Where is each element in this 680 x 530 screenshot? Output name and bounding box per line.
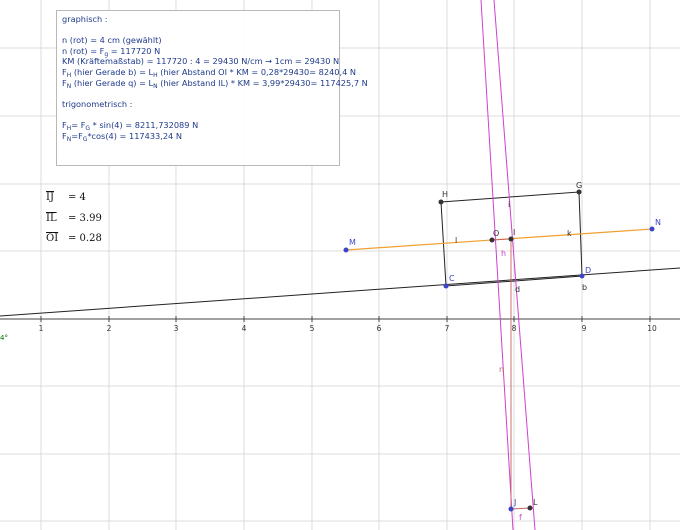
geometry-canvas[interactable]: 1 2 3 4 5 6 7 8 9 10 4° H G C D M N O I … <box>0 0 680 530</box>
point-d[interactable] <box>579 273 585 279</box>
label-line-i: i <box>508 200 510 209</box>
text-part: (hier Abstand IL) * KM = 3,99*29430= 117… <box>157 77 368 88</box>
text-line-fh: FH (hier Gerade b) = LH (hier Abstand OI… <box>62 66 356 79</box>
tick-label: 3 <box>174 324 179 333</box>
point-labels: H G C D M N O I J L <box>349 181 661 507</box>
text-line-scale: KM (Kräftemaßstab) = 117720 : 4 = 29430 … <box>62 56 340 67</box>
point-n[interactable] <box>649 226 655 232</box>
text-part: n (rot) = F <box>62 45 105 56</box>
label-line-l: l <box>455 236 457 245</box>
point-m[interactable] <box>343 247 349 253</box>
text-part: = 117720 N <box>108 45 161 56</box>
label-line-b: b <box>582 283 587 292</box>
label-line-h: h <box>501 249 506 258</box>
tick-label: 4 <box>242 324 247 333</box>
label-i: I <box>513 228 515 237</box>
text-part: * sin(4) = 8211,732089 N <box>90 119 199 130</box>
label-m: M <box>349 238 356 247</box>
measurement-label: IL <box>46 213 57 224</box>
point-o[interactable] <box>489 237 495 243</box>
tick-label: 10 <box>647 324 657 333</box>
tick-label: 5 <box>310 324 315 333</box>
label-l: L <box>533 498 538 507</box>
text-line-n-fg: n (rot) = Fg = 117720 N <box>62 45 334 58</box>
tick-label: 6 <box>377 324 382 333</box>
measurement-il[interactable]: IL = 3.99 <box>46 213 102 224</box>
text-line-fn: FN (hier Gerade q) = LN (hier Abstand IL… <box>62 77 368 90</box>
measurement-label: IJ <box>46 192 54 203</box>
label-line-d: d <box>515 285 520 294</box>
angle-label: 4° <box>0 334 8 342</box>
label-c: C <box>449 274 455 283</box>
measurement-label: OI <box>46 233 59 244</box>
text-line-n-chosen: n (rot) = 4 cm (gewählt) <box>62 35 162 46</box>
heading-graphisch: graphisch : <box>62 14 108 24</box>
label-g: G <box>576 181 582 190</box>
label-d: D <box>585 266 591 275</box>
tick-label: 8 <box>512 324 517 333</box>
info-textbox[interactable]: graphisch : n (rot) = 4 cm (gewählt) n (… <box>56 10 368 166</box>
text-part: *cos(4) = 117433,24 N <box>87 130 182 141</box>
measurement-oi[interactable]: OI = 0.28 <box>46 233 102 244</box>
label-h: H <box>442 190 448 199</box>
point-i[interactable] <box>508 236 514 242</box>
point-c[interactable] <box>443 283 449 289</box>
point-h[interactable] <box>438 199 444 205</box>
text-part: (hier Abstand OI * KM = 0,28*29430= 8240… <box>157 66 357 77</box>
measurement-ij[interactable]: IJ = 4 <box>46 192 86 203</box>
text-part: (hier Gerade q) = L <box>71 77 154 88</box>
label-o: O <box>493 229 499 238</box>
magenta-line-2[interactable] <box>493 0 536 530</box>
measurement-value: = 0.28 <box>68 233 102 244</box>
label-line-f: f <box>519 513 522 522</box>
measurement-value: = 4 <box>68 192 86 203</box>
inclined-plane-line[interactable] <box>0 267 680 317</box>
tick-label: 7 <box>445 324 450 333</box>
heading-trigonometrisch: trigonometrisch : <box>62 98 133 109</box>
text-line-trig-fn: FN=FG*cos(4) = 117433,24 N <box>62 130 334 143</box>
tick-label: 9 <box>582 324 587 333</box>
x-tick-labels: 1 2 3 4 5 6 7 8 9 10 <box>39 324 657 333</box>
text-part: (hier Gerade b) = L <box>71 66 154 77</box>
line-labels: i l k b d n f h <box>455 200 587 522</box>
label-line-n: n <box>499 365 504 374</box>
measurement-value: = 3.99 <box>68 213 102 224</box>
text-part: =F <box>71 130 83 141</box>
label-j: J <box>513 498 516 507</box>
magenta-line-1[interactable] <box>480 0 514 530</box>
point-j[interactable] <box>508 506 514 512</box>
tick-label: 1 <box>39 324 44 333</box>
text-line-trig-fh: FH= FG * sin(4) = 8211,732089 N <box>62 119 334 132</box>
segment-oi[interactable] <box>491 238 512 241</box>
label-n: N <box>655 218 661 227</box>
label-line-k: k <box>567 229 572 238</box>
text-part: = F <box>71 119 86 130</box>
point-l[interactable] <box>527 505 533 511</box>
point-g[interactable] <box>576 189 582 195</box>
tick-label: 2 <box>107 324 112 333</box>
